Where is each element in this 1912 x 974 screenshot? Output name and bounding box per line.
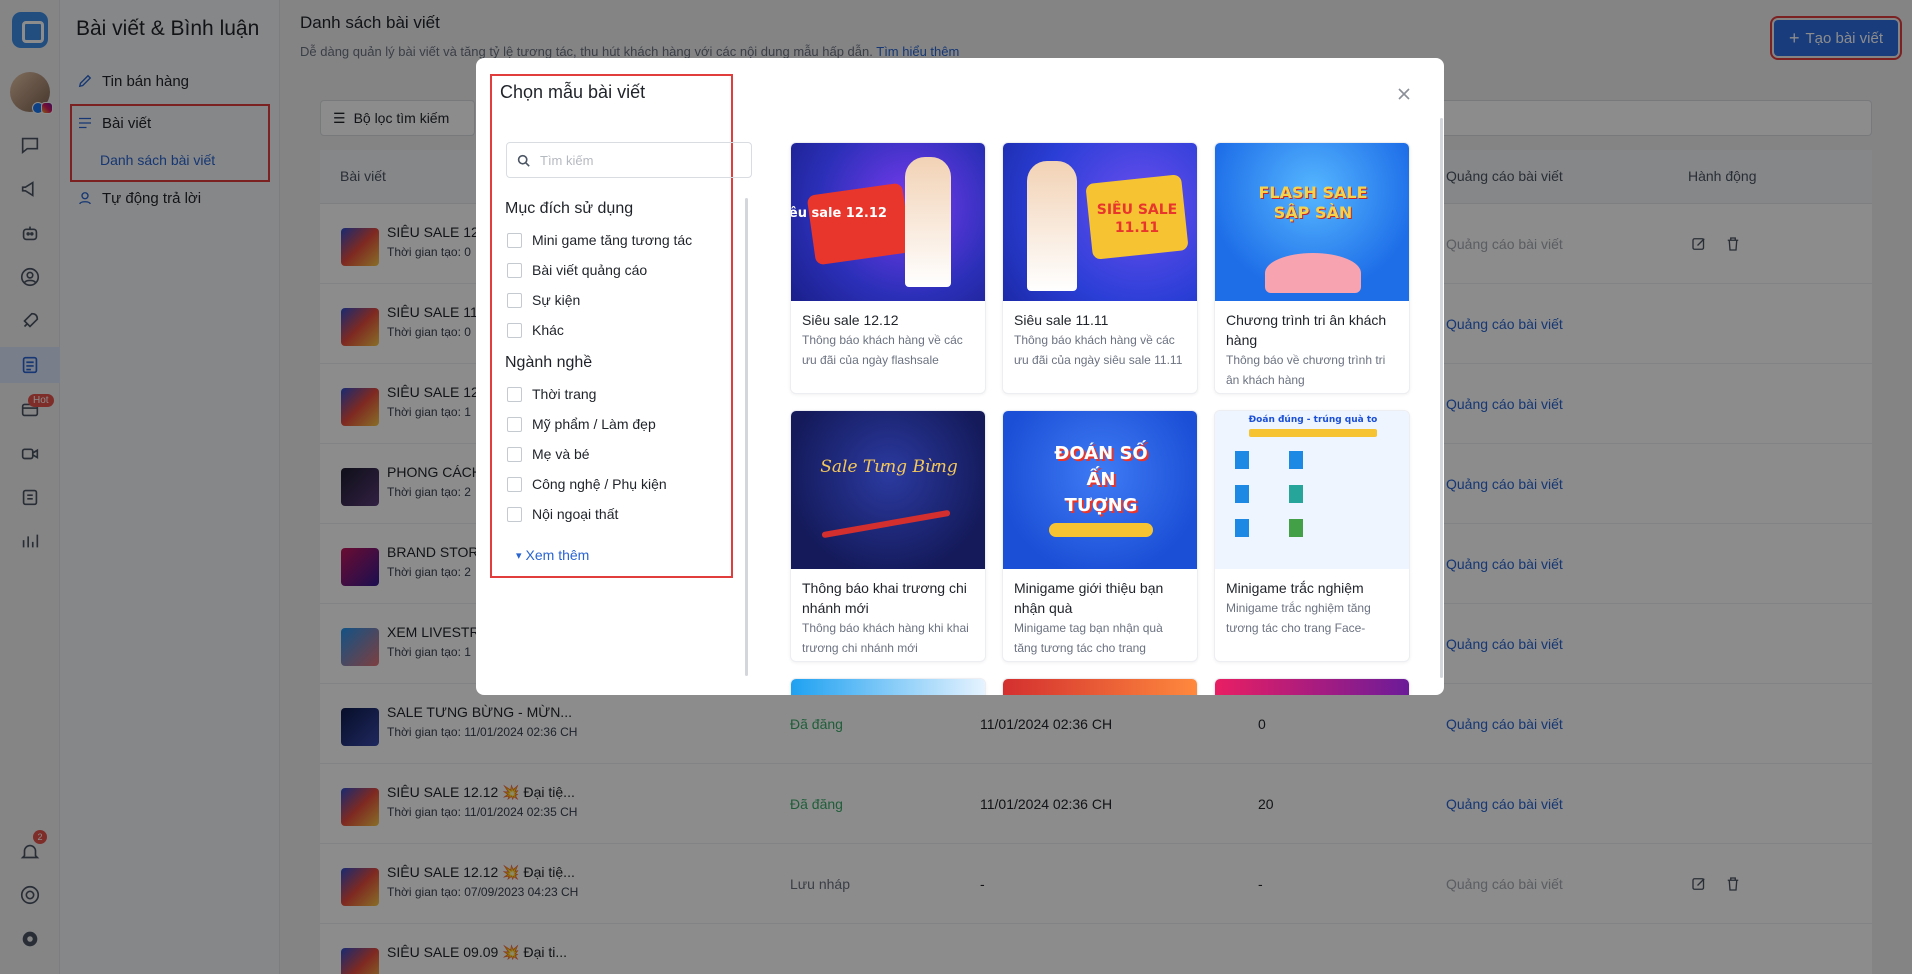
- template-desc: Thông báo về chương trình tri ân khách h…: [1226, 353, 1386, 387]
- group-industry-title: Ngành nghề: [505, 354, 593, 371]
- templates-scrollbar[interactable]: [1440, 118, 1443, 678]
- checkbox-industry[interactable]: Thời trang: [507, 386, 596, 402]
- template-art-text: FLASH SALE SẬP SÀN: [1258, 183, 1368, 222]
- template-image: Đoán đúng - trúng quà to: [1215, 411, 1409, 569]
- checkbox-purpose[interactable]: Bài viết quảng cáo: [507, 262, 647, 278]
- template-art-text: Đoán đúng - trúng quà to: [1248, 415, 1378, 425]
- template-picker-modal: Chọn mẫu bài viết Tìm kiếm Mục đích sử d…: [476, 58, 1444, 695]
- template-desc: Minigame tag bạn nhận quà tăng tương tác…: [1014, 621, 1163, 655]
- checkbox-purpose[interactable]: Mini game tăng tương tác: [507, 232, 692, 248]
- group-purpose-title: Mục đích sử dụng: [505, 200, 634, 217]
- template-card[interactable]: FLASH SALE SẬP SÀN Chương trình tri ân k…: [1214, 142, 1410, 394]
- template-image: [791, 679, 985, 695]
- template-title: Minigame trắc nghiệm: [1226, 580, 1364, 596]
- template-card[interactable]: Sale Tưng Bừng Thông báo khai trương chi…: [790, 410, 986, 662]
- template-search-input[interactable]: Tìm kiếm: [506, 142, 752, 178]
- template-title: Siêu sale 11.11: [1014, 312, 1109, 328]
- template-image: Siêu sale 12.12: [791, 143, 985, 301]
- template-desc: Thông báo khách hàng khi khai trương chi…: [802, 621, 969, 655]
- checkbox-industry[interactable]: Nội ngoại thất: [507, 506, 618, 522]
- template-card[interactable]: ĐOÁN SỐ ẤN TƯỢNG Minigame giới thiệu bạn…: [1002, 410, 1198, 662]
- template-art-text: SIÊU SALE 11.11: [1096, 202, 1178, 236]
- template-card[interactable]: Siêu sale 12.12 Siêu sale 12.12 Thông bá…: [790, 142, 986, 394]
- template-image: ĐOÁN SỐ ẤN TƯỢNG: [1003, 411, 1197, 569]
- template-desc: Thông báo khách hàng về các ưu đãi của n…: [1014, 333, 1183, 367]
- close-icon[interactable]: [1396, 86, 1412, 102]
- template-card[interactable]: [1002, 678, 1198, 695]
- see-more-link[interactable]: ▾ Xem thêm: [516, 547, 589, 563]
- template-title: Siêu sale 12.12: [802, 312, 899, 328]
- template-card[interactable]: Đoán đúng - trúng quà to Minigame trắc n…: [1214, 410, 1410, 662]
- see-more-label: Xem thêm: [525, 547, 590, 563]
- template-title: Thông báo khai trương chi nhánh mới: [802, 580, 967, 616]
- template-desc: Thông báo khách hàng về các ưu đãi của n…: [802, 333, 963, 367]
- search-icon: [517, 154, 530, 167]
- template-image: Sale Tưng Bừng: [791, 411, 985, 569]
- checkbox-industry[interactable]: Công nghệ / Phụ kiện: [507, 476, 667, 492]
- checkbox-purpose[interactable]: Sự kiện: [507, 292, 580, 308]
- template-card[interactable]: SIÊU SALE 11.11 Siêu sale 11.11 Thông bá…: [1002, 142, 1198, 394]
- template-title: Chương trình tri ân khách hàng: [1226, 312, 1387, 348]
- checkbox-purpose[interactable]: Khác: [507, 322, 564, 338]
- modal-title: Chọn mẫu bài viết: [500, 82, 646, 102]
- template-card[interactable]: [1214, 678, 1410, 695]
- template-title: Minigame giới thiệu bạn nhận quà: [1014, 580, 1164, 616]
- checkbox-industry[interactable]: Mẹ và bé: [507, 446, 590, 462]
- template-card[interactable]: [790, 678, 986, 695]
- search-placeholder: Tìm kiếm: [540, 152, 594, 168]
- template-art-text: Sale Tưng Bừng: [820, 457, 958, 477]
- template-art-text: ĐOÁN SỐ ẤN TƯỢNG: [1054, 443, 1148, 516]
- template-image: FLASH SALE SẬP SÀN: [1215, 143, 1409, 301]
- template-image: [1215, 679, 1409, 695]
- filter-scrollbar[interactable]: [745, 198, 748, 676]
- template-image: [1003, 679, 1197, 695]
- template-desc: Minigame trắc nghiệm tăng tương tác cho …: [1226, 601, 1371, 635]
- chevron-down-icon: ▾: [516, 549, 522, 562]
- checkbox-industry[interactable]: Mỹ phẩm / Làm đẹp: [507, 416, 656, 432]
- template-image: SIÊU SALE 11.11: [1003, 143, 1197, 301]
